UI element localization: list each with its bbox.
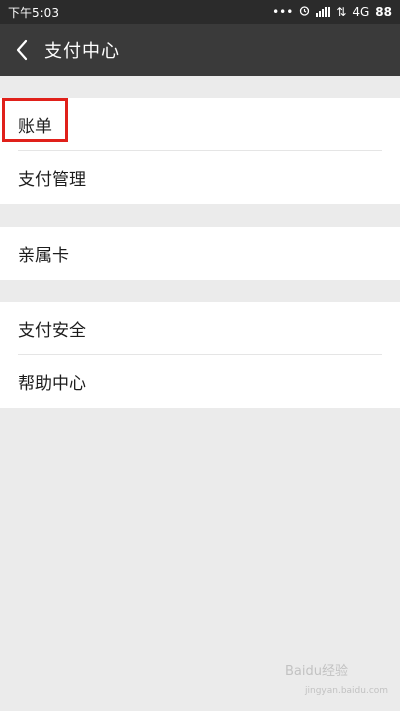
list-item-payment-management[interactable]: 支付管理 bbox=[0, 151, 400, 204]
highlight-box bbox=[2, 98, 68, 142]
list-item-label: 帮助中心 bbox=[18, 374, 86, 394]
alarm-icon bbox=[299, 5, 310, 19]
status-bar: 下午5:03 ••• ⇅ 4G 88 bbox=[0, 0, 400, 24]
section-family-card: 亲属卡 bbox=[0, 227, 400, 280]
watermark-subtext: jingyan.baidu.com bbox=[305, 686, 389, 696]
app-bar: 支付中心 bbox=[0, 24, 400, 76]
list-item-label: 亲属卡 bbox=[18, 246, 69, 266]
page-title: 支付中心 bbox=[44, 41, 120, 62]
signal-icon bbox=[316, 7, 331, 17]
battery-level: 88 bbox=[375, 5, 392, 19]
network-type: 4G bbox=[352, 5, 370, 19]
section-security-help: 支付安全 帮助中心 bbox=[0, 302, 400, 408]
data-arrows-icon: ⇅ bbox=[336, 5, 347, 19]
status-time: 下午5:03 bbox=[8, 5, 59, 20]
list-item-help-center[interactable]: 帮助中心 bbox=[0, 355, 400, 408]
status-icons: ••• ⇅ 4G 88 bbox=[272, 5, 392, 19]
watermark-text: Baidu经验 bbox=[285, 664, 348, 679]
list-item-family-card[interactable]: 亲属卡 bbox=[0, 227, 400, 280]
more-dots-icon: ••• bbox=[272, 5, 294, 19]
watermark: Baidu经验 jingyan.baidu.com bbox=[285, 660, 395, 702]
chevron-left-icon bbox=[16, 39, 28, 61]
list-item-label: 支付管理 bbox=[18, 170, 86, 190]
list-item-label: 支付安全 bbox=[18, 321, 86, 341]
list-item-payment-security[interactable]: 支付安全 bbox=[0, 302, 400, 355]
back-button[interactable] bbox=[0, 24, 44, 76]
